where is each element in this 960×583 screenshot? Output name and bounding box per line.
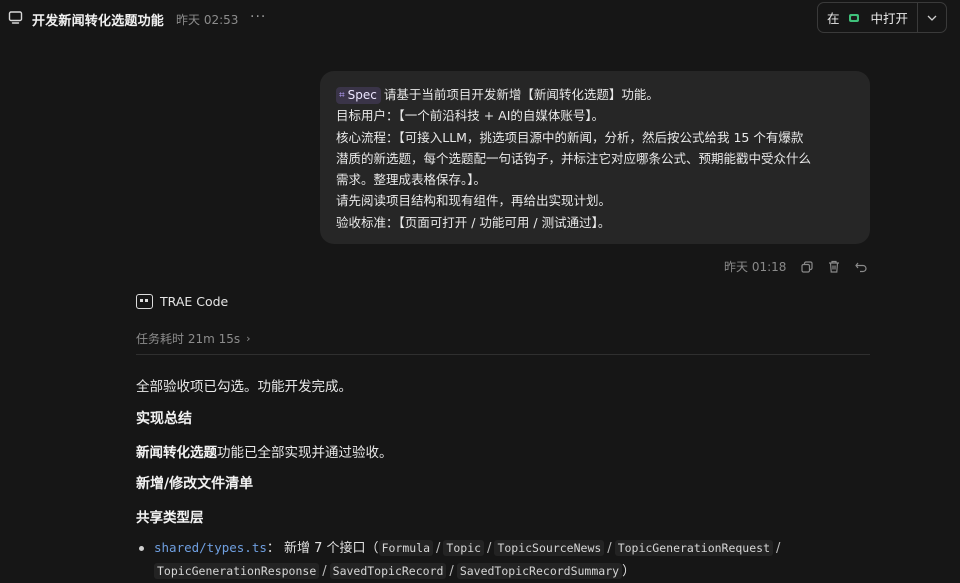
chevron-down-icon	[927, 15, 937, 21]
app-icon	[848, 13, 859, 22]
task-duration-toggle[interactable]: 任务耗时 21m 15s ›	[136, 330, 251, 347]
spec-tag[interactable]: ⌗ Spec	[336, 87, 381, 104]
app-window: 开发新闻转化选题功能 昨天 02:53 ··· 在 中打开 ⌗ Spec 请基于当前…	[0, 0, 960, 583]
type-saved-topic-record-summary: SavedTopicRecordSummary	[456, 563, 623, 579]
page-title: 开发新闻转化选题功能	[32, 14, 165, 29]
list-item: shared/types.ts： 新增 7 个接口（ Formula / Topic /…	[154, 540, 781, 579]
message-timestamp: 昨天 01:18	[724, 260, 787, 274]
type-topic-generation-response: TopicGenerationResponse	[154, 563, 320, 579]
implementation-text: 新闻转化选题功能已全部实现并通过验收。	[136, 445, 393, 461]
type-topic-generation-request: TopicGenerationRequest	[614, 540, 774, 556]
title-bar: 开发新闻转化选题功能 昨天 02:53 ··· 在 中打开	[0, 0, 960, 36]
copy-icon[interactable]	[800, 260, 814, 274]
summary-text: 全部验收项已勾选。功能开发完成。	[136, 379, 352, 395]
assistant-header: TRAE Code	[136, 294, 228, 309]
user-message-line-3: 核心流程：【可接入LLM，挑选项目源中的新闻，分析，然后按公式给我 15 个有爆…	[336, 129, 804, 145]
heading-implementation-summary: 实现总结	[136, 411, 192, 427]
spec-icon: ⌗	[339, 90, 345, 101]
user-message-line-1: ⌗ Spec 请基于当前项目开发新增【新闻转化选题】功能。	[336, 84, 854, 105]
heading-shared-types: 共享类型层	[136, 510, 204, 526]
user-message-bubble: ⌗ Spec 请基于当前项目开发新增【新闻转化选题】功能。 目标用户：【一个前沿科技…	[320, 71, 870, 244]
user-message-line-6: 请先阅读项目结构和现有组件，再给出实现计划。	[336, 193, 612, 209]
delete-icon[interactable]	[827, 260, 841, 274]
type-saved-topic-record: SavedTopicRecord	[329, 563, 447, 579]
user-message-line-4: 潜质的新选题，每个选题配一句话钩子，并标注它对应哪条公式、预期能戳中受众什么	[336, 150, 812, 166]
user-message-line-2: 目标用户：【一个前沿科技 + AI的自媒体账号】。	[336, 108, 605, 124]
type-topic-source-news: TopicSourceNews	[494, 540, 605, 556]
user-message-line-5: 需求。整理成表格保存。】。	[336, 172, 487, 188]
open-in-group: 在 中打开	[817, 2, 947, 33]
title-timestamp: 昨天 02:53	[176, 13, 239, 27]
task-duration: 任务耗时 21m 15s	[136, 332, 241, 346]
type-topic: Topic	[443, 540, 485, 556]
heading-file-list: 新增/修改文件清单	[136, 476, 254, 492]
undo-icon[interactable]	[854, 260, 868, 274]
open-in-label-suffix: 中打开	[870, 11, 909, 26]
chevron-right-icon: ›	[246, 332, 251, 345]
assistant-name: TRAE Code	[160, 294, 229, 309]
message-meta: 昨天 01:18	[724, 258, 881, 275]
open-in-dropdown-button[interactable]	[918, 3, 946, 32]
chat-icon	[8, 11, 23, 24]
feature-name: 新闻转化选题	[136, 445, 217, 461]
open-in-button[interactable]: 在 中打开	[818, 3, 917, 32]
file-link-types[interactable]: shared/types.ts	[154, 540, 267, 555]
trae-logo-icon	[136, 294, 153, 309]
divider	[136, 354, 870, 355]
more-icon[interactable]: ···	[250, 9, 266, 25]
open-in-label-prefix: 在	[827, 11, 840, 26]
type-formula: Formula	[378, 540, 434, 556]
user-message-line-7: 验收标准：【页面可打开 / 功能可用 / 测试通过】。	[336, 214, 611, 230]
